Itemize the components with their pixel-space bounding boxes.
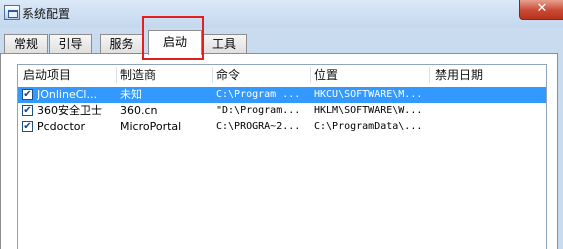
window-title: 系统配置 <box>22 7 71 21</box>
system-config-icon <box>4 5 20 20</box>
startup-item-name: JOnlineCl... <box>37 88 97 101</box>
disabled-date <box>435 87 543 103</box>
tab-general[interactable]: 常规 <box>4 34 48 54</box>
column-header-startup-item[interactable]: 启动项目 <box>19 65 116 85</box>
tab-strip: 常规 引导 服务 启动 工具 <box>0 28 563 55</box>
command: C:\Program ... <box>216 89 301 100</box>
enable-checkbox[interactable]: ✔ <box>22 89 33 100</box>
column-header-command[interactable]: 命令 <box>212 65 310 85</box>
column-header-disabled-date[interactable]: 禁用日期 <box>431 65 545 85</box>
location: HKCU\SOFTWARE\M... <box>314 89 423 100</box>
list-item[interactable]: ✔ Pcdoctor MicroPortal C:\PROGRA~2... C:… <box>18 119 546 135</box>
disabled-date <box>435 103 543 119</box>
enable-checkbox[interactable]: ✔ <box>22 105 33 116</box>
tab-tools[interactable]: 工具 <box>201 34 247 54</box>
manufacturer: 未知 <box>120 88 142 101</box>
startup-item-name: 360安全卫士 <box>37 104 102 117</box>
tab-boot[interactable]: 引导 <box>49 34 92 54</box>
location: C:\ProgramData\... <box>314 121 423 132</box>
location: HKLM\SOFTWARE\W... <box>314 105 423 116</box>
column-header-manufacturer[interactable]: 制造商 <box>116 65 213 85</box>
column-header-location[interactable]: 位置 <box>310 65 429 85</box>
close-button[interactable]: ✕ <box>519 0 563 20</box>
disabled-date <box>435 119 543 135</box>
list-item[interactable]: ✔ 360安全卫士 360.cn "D:\Program... HKLM\SOF… <box>18 103 546 119</box>
list-item[interactable]: ✔ JOnlineCl... 未知 C:\Program ... HKCU\SO… <box>18 87 546 103</box>
startup-list[interactable]: 启动项目 制造商 命令 位置 禁用日期 ✔ JOnlineCl... 未知 C:… <box>17 64 547 249</box>
list-header: 启动项目 制造商 命令 位置 禁用日期 <box>18 65 546 85</box>
enable-checkbox[interactable]: ✔ <box>22 121 33 132</box>
manufacturer: MicroPortal <box>120 120 182 133</box>
title-bar: 系统配置 <box>0 0 563 28</box>
startup-item-name: Pcdoctor <box>37 120 86 133</box>
manufacturer: 360.cn <box>120 104 158 117</box>
command: C:\PROGRA~2... <box>216 121 301 132</box>
tab-services[interactable]: 服务 <box>100 34 143 54</box>
command: "D:\Program... <box>216 105 301 116</box>
startup-tab-highlight-box <box>142 16 204 60</box>
column-divider[interactable] <box>429 67 430 83</box>
